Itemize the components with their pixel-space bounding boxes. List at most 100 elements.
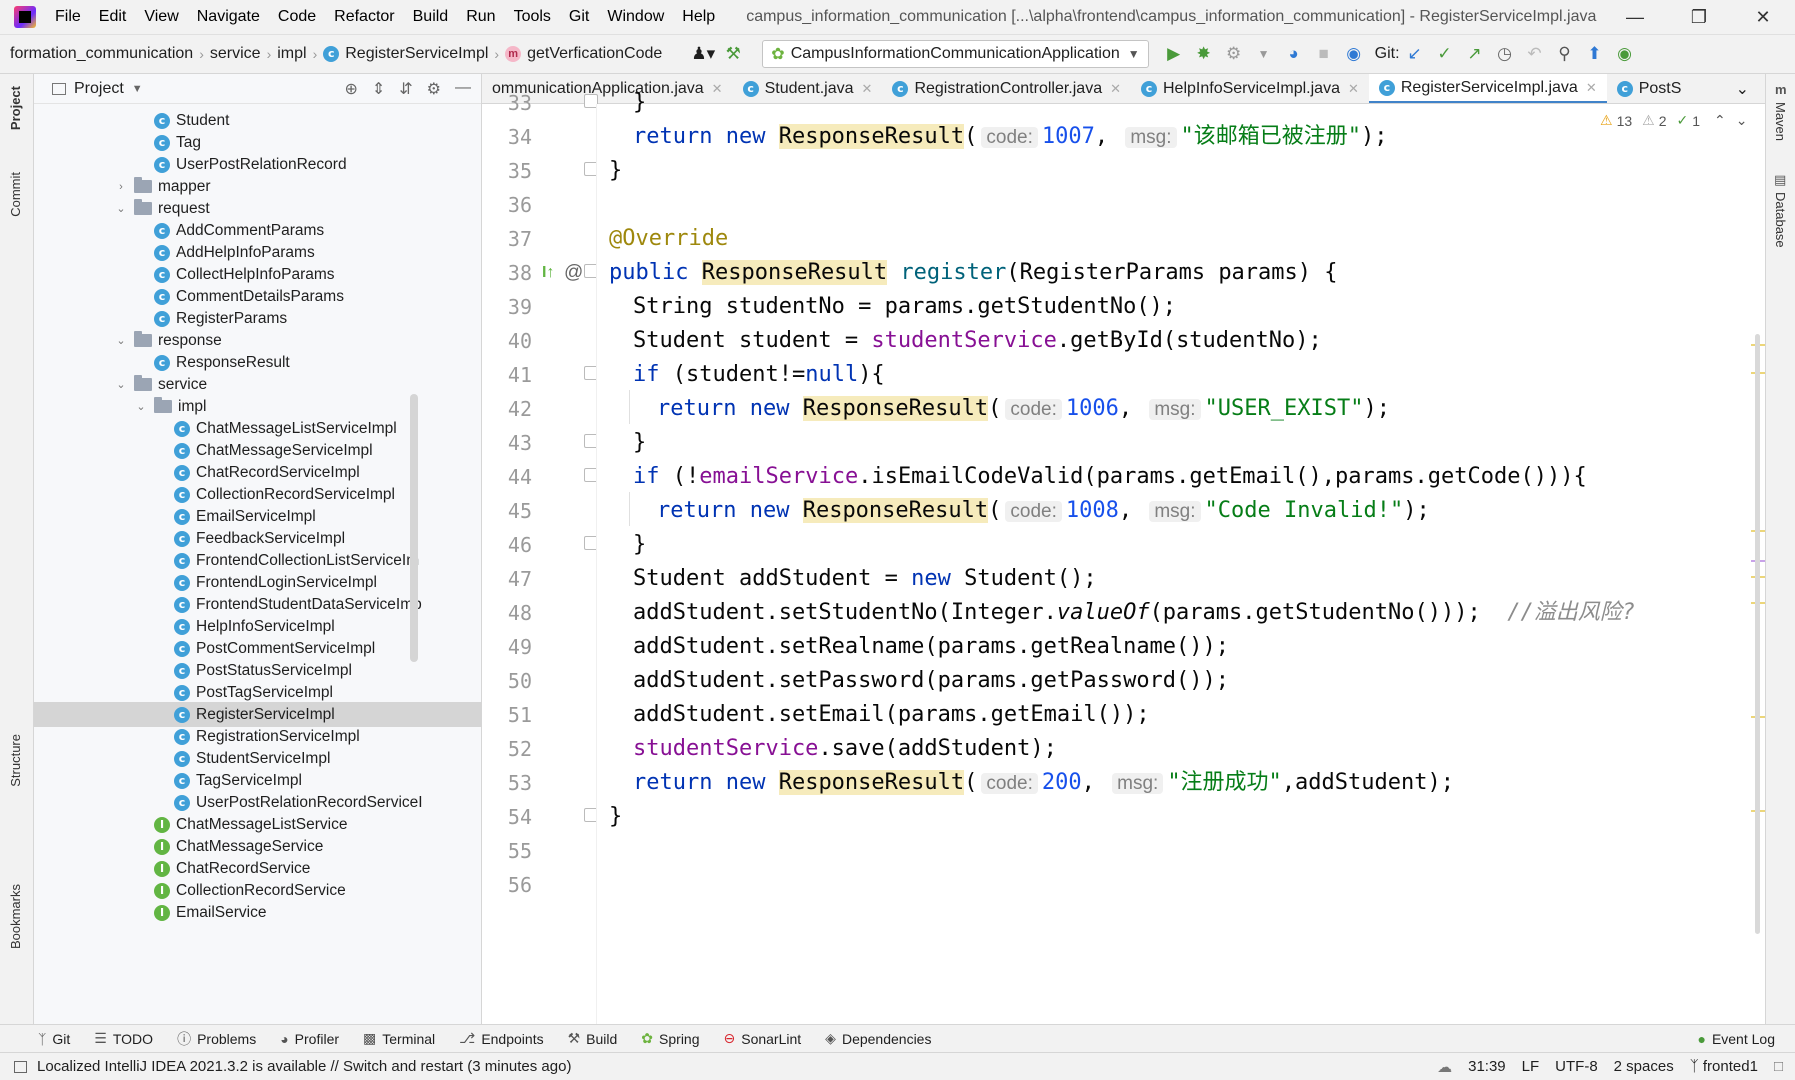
tab-posts[interactable]: c PostS [1607, 74, 1692, 103]
breadcrumb-class[interactable]: c RegisterServiceImpl [319, 45, 492, 63]
git-branch[interactable]: ᛉ fronted1 [1690, 1058, 1758, 1075]
stop-icon[interactable]: ■ [1309, 44, 1339, 64]
structure-tool-tab[interactable]: Structure [8, 734, 23, 787]
chevron-right-icon[interactable]: › [114, 181, 128, 193]
menu-tools[interactable]: Tools [505, 8, 560, 26]
collapse-all-icon[interactable]: ⇵ [399, 79, 412, 99]
close-icon[interactable]: ✕ [1348, 81, 1359, 97]
at-annotation-icon[interactable]: @ [564, 262, 583, 284]
update-icon[interactable]: ⬆ [1580, 44, 1610, 64]
menu-build[interactable]: Build [404, 8, 458, 26]
hammer-icon[interactable]: ⚒ [718, 44, 748, 64]
locate-icon[interactable]: ⊕ [344, 79, 357, 99]
tabs-more-button[interactable]: ⌄ [1726, 74, 1759, 103]
event-log-button[interactable]: ● Event Log [1697, 1031, 1775, 1047]
maven-tool-tab[interactable]: Maven [1773, 102, 1788, 141]
breadcrumb-project[interactable]: formation_communication [0, 45, 197, 63]
project-tool-tab[interactable]: Project [8, 86, 23, 130]
tab-register-service-impl[interactable]: c RegisterServiceImpl.java ✕ [1368, 74, 1607, 103]
close-icon[interactable]: ✕ [712, 81, 723, 97]
restore-icon[interactable]: ❐ [1667, 0, 1731, 34]
spring-tool-button[interactable]: ✿ Spring [641, 1030, 699, 1047]
minimize-icon[interactable]: — [1603, 0, 1667, 34]
implements-icon[interactable]: I↑ [542, 264, 554, 282]
history-icon[interactable]: ◷ [1490, 44, 1520, 64]
build-tool-button[interactable]: ⚒ Build [568, 1030, 618, 1047]
run-configuration-select[interactable]: ✿ CampusInformationCommunicationApplicati… [762, 40, 1149, 68]
dependencies-tool-button[interactable]: ◈ Dependencies [825, 1030, 931, 1047]
error-stripe[interactable] [1749, 104, 1765, 1024]
terminal-tool-button[interactable]: ▩ Terminal [363, 1030, 435, 1047]
menu-git[interactable]: Git [560, 8, 598, 26]
git-update-icon[interactable]: ↙ [1400, 44, 1430, 64]
coverage-icon[interactable]: ⚙ [1219, 44, 1249, 64]
chevron-down-icon[interactable]: ⌄ [114, 378, 128, 391]
menu-refactor[interactable]: Refactor [325, 8, 403, 26]
hide-icon[interactable]: — [455, 79, 471, 99]
todo-tool-button[interactable]: ☰ TODO [94, 1030, 153, 1047]
plugin-icon[interactable]: ◉ [1610, 44, 1640, 64]
problems-tool-button[interactable]: ⓘ Problems [177, 1029, 256, 1049]
breadcrumb-method[interactable]: m getVerficationCode [501, 45, 666, 63]
bookmarks-tool-tab[interactable]: Bookmarks [8, 884, 23, 949]
status-window-icon[interactable] [14, 1060, 27, 1073]
gear-icon[interactable]: ⚙ [427, 79, 441, 99]
close-icon[interactable]: ✕ [1731, 0, 1795, 34]
git-push-icon[interactable]: ↗ [1460, 44, 1490, 64]
user-icon[interactable]: ♟▾ [688, 44, 718, 64]
scrollbar-thumb[interactable] [1755, 334, 1760, 934]
menu-edit[interactable]: Edit [90, 8, 136, 26]
cursor-position[interactable]: 31:39 [1468, 1058, 1506, 1075]
lock-icon[interactable]: □ [1774, 1058, 1783, 1075]
menu-view[interactable]: View [135, 8, 187, 26]
sonarlint-tool-button[interactable]: ⊖ SonarLint [724, 1030, 802, 1047]
tree-file-row[interactable]: I EmailService [34, 900, 482, 925]
chevron-down-icon[interactable]: ⌄ [134, 400, 148, 413]
database-tool-tab[interactable]: Database [1773, 192, 1788, 248]
file-encoding[interactable]: UTF-8 [1555, 1058, 1598, 1075]
inspection-widget[interactable]: ⚠ 13 ⚠ 2 ✓ 1 ⌃ ⌄ [1600, 112, 1748, 129]
close-icon[interactable]: ✕ [862, 81, 873, 97]
menu-run[interactable]: Run [457, 8, 504, 26]
chevron-down-icon[interactable]: ⌄ [114, 334, 128, 347]
chevron-down-icon[interactable]: ⌄ [114, 202, 128, 215]
tab-helpinfo-service-impl[interactable]: c HelpInfoServiceImpl.java ✕ [1131, 74, 1369, 103]
project-view-label[interactable]: Project [74, 80, 124, 98]
help-icon[interactable]: ◉ [1339, 44, 1369, 64]
tab-student[interactable]: c Student.java ✕ [733, 74, 883, 103]
breadcrumb-impl[interactable]: impl [273, 45, 310, 63]
cloud-icon[interactable]: ☁ [1437, 1058, 1452, 1076]
close-icon[interactable]: ✕ [1110, 81, 1121, 97]
code-token: } [633, 532, 647, 557]
close-icon[interactable]: ✕ [1586, 80, 1597, 96]
endpoints-tool-button[interactable]: ⎇ Endpoints [459, 1030, 543, 1047]
code-token: if [633, 362, 660, 387]
tab-registration-controller[interactable]: c RegistrationController.java ✕ [882, 74, 1131, 103]
breadcrumb-service[interactable]: service [206, 45, 265, 63]
debug-icon[interactable]: ✸ [1189, 44, 1219, 64]
git-tool-button[interactable]: ᛉ Git [38, 1031, 70, 1047]
expand-all-icon[interactable]: ⇕ [372, 79, 385, 99]
search-icon[interactable]: ⚲ [1550, 44, 1580, 64]
status-message[interactable]: Localized IntelliJ IDEA 2021.3.2 is avai… [37, 1058, 571, 1075]
profiler-tool-button[interactable]: ◕ Profiler [280, 1031, 339, 1047]
indent-setting[interactable]: 2 spaces [1614, 1058, 1674, 1075]
code-token: } [609, 158, 623, 183]
more-run-icon[interactable]: ▼ [1249, 47, 1279, 61]
menu-help[interactable]: Help [673, 8, 724, 26]
profiler-icon[interactable]: ◕ [1279, 44, 1309, 64]
code-editor[interactable]: } return new ResponseResult(code: 1007, m… [596, 90, 1749, 1024]
menu-window[interactable]: Window [598, 8, 673, 26]
tree-scrollbar-thumb[interactable] [410, 394, 418, 662]
menu-code[interactable]: Code [269, 8, 325, 26]
chevron-up-icon[interactable]: ⌃ [1714, 112, 1726, 129]
commit-tool-tab[interactable]: Commit [8, 172, 23, 217]
chevron-down-icon[interactable]: ⌄ [1736, 112, 1748, 129]
chevron-down-icon[interactable]: ▼ [132, 83, 143, 95]
menu-navigate[interactable]: Navigate [188, 8, 269, 26]
rollback-icon[interactable]: ↶ [1520, 44, 1550, 64]
git-commit-icon[interactable]: ✓ [1430, 44, 1460, 64]
line-separator[interactable]: LF [1522, 1058, 1540, 1075]
run-icon[interactable]: ▶ [1159, 44, 1189, 64]
menu-file[interactable]: File [46, 8, 90, 26]
